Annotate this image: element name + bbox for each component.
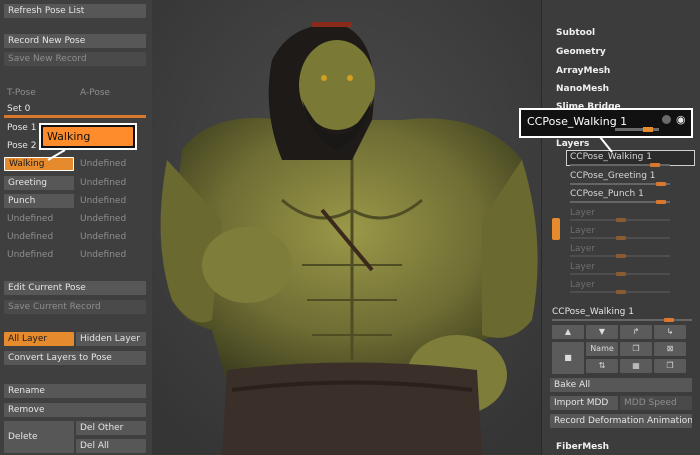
pose-punch-button[interactable]: Punch [4, 194, 74, 208]
convert-layers-to-pose-button[interactable]: Convert Layers to Pose [4, 351, 146, 365]
empty-layer-1[interactable]: Layer [570, 208, 595, 218]
menu-arraymesh[interactable]: ArrayMesh [556, 66, 610, 76]
empty-layer-4-slider[interactable] [570, 272, 670, 276]
pose-panel: Refresh Pose List Record New Pose Save N… [0, 0, 153, 455]
pose-undefined-9[interactable]: Undefined [80, 248, 126, 262]
layers-title[interactable]: Layers [556, 139, 589, 149]
menu-subtool[interactable]: Subtool [556, 28, 595, 38]
pose-1-item[interactable]: Pose 1 [7, 121, 36, 135]
edit-current-pose-button[interactable]: Edit Current Pose [4, 281, 146, 295]
ccpose-callout: CCPose_Walking 1 ◉ [519, 108, 693, 138]
empty-layer-4[interactable]: Layer [570, 262, 595, 272]
layer-ccpose-greeting[interactable]: CCPose_Greeting 1 [570, 171, 656, 181]
split-icon[interactable]: ⇅ [586, 359, 618, 373]
save-new-record-button[interactable]: Save New Record [4, 52, 146, 66]
current-layer-slider[interactable] [552, 318, 692, 322]
pose-walking-button[interactable]: Walking [4, 157, 74, 171]
ccpose-eye-icon: ◉ [676, 113, 686, 126]
empty-layer-2-slider[interactable] [570, 236, 670, 240]
refresh-pose-list-button[interactable]: Refresh Pose List [4, 4, 146, 18]
record-new-pose-button[interactable]: Record New Pose [4, 34, 146, 48]
import-mdd-button[interactable]: Import MDD [550, 396, 618, 410]
redo-arrow-icon[interactable]: ↱ [620, 325, 652, 339]
record-deformation-animation-button[interactable]: Record Deformation Animation [550, 414, 692, 428]
ccpose-callout-slider [615, 127, 659, 132]
name-button[interactable]: Name [586, 342, 618, 356]
pose-undefined-7[interactable]: Undefined [80, 230, 126, 244]
layer-greeting-slider[interactable] [570, 182, 670, 186]
layer-ccpose-walking[interactable]: CCPose_Walking 1 [570, 152, 652, 162]
layer-scroll-handle[interactable] [552, 218, 560, 240]
pose-undefined-4[interactable]: Undefined [7, 212, 53, 226]
mdd-speed-slider[interactable]: MDD Speed [620, 396, 692, 410]
empty-layer-3[interactable]: Layer [570, 244, 595, 254]
tool-panel: Subtool Geometry ArrayMesh NanoMesh Slim… [541, 0, 700, 455]
pose-undefined-1[interactable]: Undefined [80, 157, 126, 171]
copy-icon[interactable]: ❒ [654, 359, 686, 373]
all-layer-button[interactable]: All Layer [4, 332, 74, 346]
3d-viewport[interactable] [152, 0, 541, 455]
save-current-record-button[interactable]: Save Current Record [4, 300, 146, 314]
menu-fibermesh[interactable]: FiberMesh [556, 442, 609, 452]
empty-layer-3-slider[interactable] [570, 254, 670, 258]
layer-ccpose-punch[interactable]: CCPose_Punch 1 [570, 189, 644, 199]
pose-undefined-2[interactable]: Undefined [80, 176, 126, 190]
menu-nanomesh[interactable]: NanoMesh [556, 84, 609, 94]
layer-walking-slider[interactable] [570, 163, 670, 167]
new-layer-icon[interactable]: ■ [552, 342, 584, 374]
walking-callout: Walking [39, 123, 137, 150]
grid-icon[interactable]: ▦ [620, 359, 652, 373]
move-down-icon[interactable]: ▼ [586, 325, 618, 339]
t-pose-item[interactable]: T-Pose [7, 86, 36, 100]
pose-undefined-8[interactable]: Undefined [7, 248, 53, 262]
bake-all-button[interactable]: Bake All [550, 378, 692, 392]
del-other-button[interactable]: Del Other [76, 421, 146, 435]
del-all-button[interactable]: Del All [76, 439, 146, 453]
orc-character-render [152, 0, 541, 455]
pose-2-item[interactable]: Pose 2 [7, 139, 36, 153]
empty-layer-2[interactable]: Layer [570, 226, 595, 236]
merge-arrow-icon[interactable]: ↳ [654, 325, 686, 339]
pose-undefined-3[interactable]: Undefined [80, 194, 126, 208]
menu-geometry[interactable]: Geometry [556, 47, 606, 57]
hidden-layer-button[interactable]: Hidden Layer [76, 332, 146, 346]
a-pose-item[interactable]: A-Pose [80, 86, 110, 100]
duplicate-icon[interactable]: ❐ [620, 342, 652, 356]
pose-greeting-button[interactable]: Greeting [4, 176, 74, 190]
set-slider[interactable] [4, 115, 146, 118]
current-layer-name: CCPose_Walking 1 [552, 307, 634, 317]
empty-layer-5[interactable]: Layer [570, 280, 595, 290]
delete-button[interactable]: Delete [4, 421, 74, 453]
move-up-icon[interactable]: ▲ [552, 325, 584, 339]
remove-button[interactable]: Remove [4, 403, 146, 417]
layer-punch-slider[interactable] [570, 200, 670, 204]
rename-button[interactable]: Rename [4, 384, 146, 398]
empty-layer-5-slider[interactable] [570, 290, 670, 294]
set-label: Set 0 [7, 104, 31, 114]
pose-undefined-5[interactable]: Undefined [80, 212, 126, 226]
walking-callout-label: Walking [43, 127, 133, 146]
delete-layer-icon[interactable]: ⊠ [654, 342, 686, 356]
pose-undefined-6[interactable]: Undefined [7, 230, 53, 244]
ccpose-record-dot-icon [662, 115, 671, 124]
empty-layer-1-slider[interactable] [570, 218, 670, 222]
